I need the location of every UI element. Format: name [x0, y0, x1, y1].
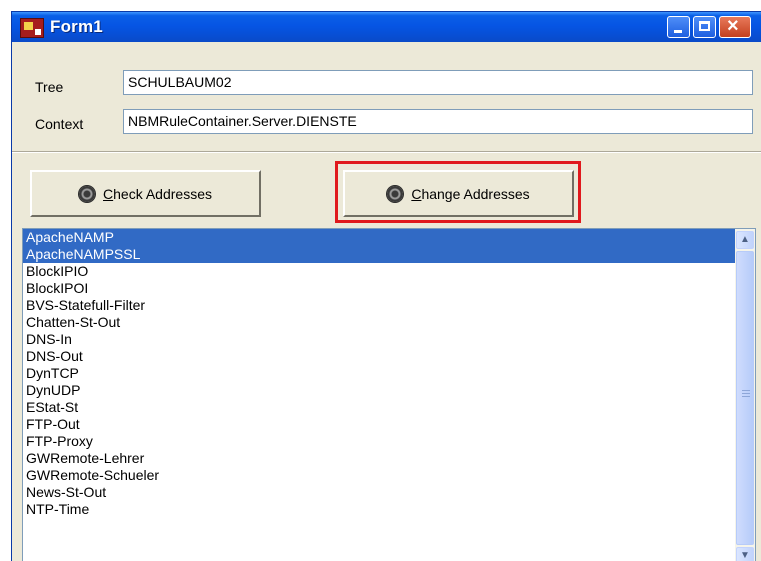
list-item[interactable]: NTP-Time [23, 501, 735, 518]
rules-listbox[interactable]: ApacheNAMP ApacheNAMPSSL BlockIPIO BlockIPO… [22, 228, 756, 561]
list-item[interactable]: ApacheNAMPSSL [23, 246, 735, 263]
grip-icon [742, 390, 750, 398]
check-addresses-button[interactable]: Check Addresses [30, 170, 261, 217]
scroll-thumb[interactable] [736, 251, 754, 545]
minimize-button[interactable] [667, 16, 690, 38]
context-field[interactable]: NBMRuleContainer.Server.DIENSTE [123, 109, 753, 134]
scroll-down-arrow-icon[interactable]: ▼ [736, 547, 754, 561]
list-item[interactable]: DNS-Out [23, 348, 735, 365]
maximize-button[interactable] [693, 16, 716, 38]
separator [12, 151, 761, 153]
window-title: Form1 [50, 17, 103, 36]
list-items: ApacheNAMP ApacheNAMPSSL BlockIPIO BlockIPO… [23, 229, 735, 518]
list-item[interactable]: GWRemote-Schueler [23, 467, 735, 484]
vertical-scrollbar[interactable]: ▲ ▼ [735, 229, 755, 561]
list-item[interactable]: News-St-Out [23, 484, 735, 501]
led-icon [387, 185, 404, 202]
minimize-icon [674, 30, 682, 33]
list-item[interactable]: DynTCP [23, 365, 735, 382]
list-item[interactable]: ApacheNAMP [23, 229, 735, 246]
list-item[interactable]: BlockIPOI [23, 280, 735, 297]
tree-label: Tree [35, 79, 64, 95]
change-addresses-button[interactable]: Change Addresses [343, 170, 574, 217]
form1-window: Form1 × Tree SCHULBAUM02 Context NBMRule… [11, 11, 761, 561]
scroll-up-arrow-icon[interactable]: ▲ [736, 231, 754, 249]
app-icon[interactable] [20, 18, 44, 38]
title-bar[interactable]: Form1 × [12, 12, 761, 42]
context-label: Context [35, 116, 84, 132]
led-icon [79, 185, 96, 202]
close-icon: × [727, 15, 739, 37]
list-item[interactable]: EStat-St [23, 399, 735, 416]
change-addresses-label: Change Addresses [411, 185, 530, 202]
list-item[interactable]: DynUDP [23, 382, 735, 399]
list-item[interactable]: FTP-Proxy [23, 433, 735, 450]
check-addresses-label: Check Addresses [103, 185, 212, 202]
tree-field[interactable]: SCHULBAUM02 [123, 70, 753, 95]
maximize-icon [699, 21, 710, 31]
list-item[interactable]: Chatten-St-Out [23, 314, 735, 331]
list-item[interactable]: GWRemote-Lehrer [23, 450, 735, 467]
list-item[interactable]: BVS-Statefull-Filter [23, 297, 735, 314]
list-item[interactable]: DNS-In [23, 331, 735, 348]
list-item[interactable]: FTP-Out [23, 416, 735, 433]
close-button[interactable]: × [719, 15, 751, 38]
list-item[interactable]: BlockIPIO [23, 263, 735, 280]
